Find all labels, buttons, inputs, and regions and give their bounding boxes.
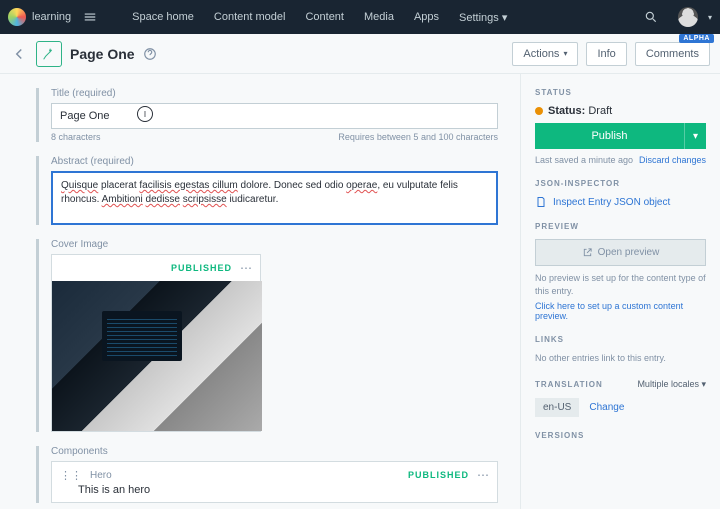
title-char-count: 8 characters <box>51 132 101 142</box>
page-title: Page One <box>70 46 135 62</box>
more-icon[interactable]: ⋯ <box>477 468 489 482</box>
avatar[interactable] <box>678 7 698 27</box>
cover-image-thumbnail <box>52 281 262 431</box>
json-section: JSON-Inspector Inspect Entry JSON object <box>535 179 706 208</box>
open-preview-button: Open preview <box>535 239 706 266</box>
external-link-icon <box>582 247 593 258</box>
components-label: Components <box>51 446 498 457</box>
sidebar: Status Status: Draft Publish ▾ Last save… <box>520 74 720 509</box>
title-label: Title (required) <box>51 88 498 99</box>
main-area: Title (required) I 8 characters Requires… <box>0 74 720 509</box>
menu-icon[interactable] <box>83 10 97 24</box>
nav-space-home[interactable]: Space home <box>125 11 201 23</box>
title-input[interactable] <box>51 103 498 129</box>
drag-handle-icon[interactable]: ⋮⋮ <box>60 469 82 482</box>
versions-heading: Versions <box>535 431 706 440</box>
json-heading: JSON-Inspector <box>535 179 706 188</box>
space-name[interactable]: learning <box>32 11 71 23</box>
status-label: Status: <box>548 105 585 117</box>
app-logo[interactable] <box>8 8 26 26</box>
setup-preview-link[interactable]: Click here to set up a custom content pr… <box>535 301 706 321</box>
field-cover-image: Cover Image PUBLISHED ⋯ <box>36 239 498 432</box>
preview-section: Preview Open preview No preview is set u… <box>535 222 706 321</box>
info-button[interactable]: Info <box>586 42 626 66</box>
discard-link[interactable]: Discard changes <box>639 155 706 165</box>
locale-select[interactable]: Multiple locales ▾ <box>637 379 706 390</box>
status-value: Draft <box>588 105 612 117</box>
nav-content-model[interactable]: Content model <box>207 11 293 23</box>
subbar: Page One Actions▾ Info Comments ALPHA <box>0 34 720 74</box>
component-status: PUBLISHED <box>408 470 469 480</box>
cover-status: PUBLISHED <box>171 263 232 273</box>
links-section: Links No other entries link to this entr… <box>535 335 706 365</box>
comments-button[interactable]: Comments <box>635 42 710 66</box>
publish-dropdown[interactable]: ▾ <box>684 123 706 149</box>
document-icon <box>535 196 547 208</box>
component-type: Hero <box>90 470 112 481</box>
nav-content[interactable]: Content <box>298 11 351 23</box>
preview-heading: Preview <box>535 222 706 231</box>
search-icon[interactable] <box>644 10 658 24</box>
field-title: Title (required) I 8 characters Requires… <box>36 88 498 142</box>
nav-apps[interactable]: Apps <box>407 11 446 23</box>
component-title: This is an hero <box>78 484 489 496</box>
preview-text: No preview is set up for the content typ… <box>535 272 706 297</box>
cover-image-card[interactable]: PUBLISHED ⋯ <box>51 254 261 432</box>
topbar: learning Space home Content model Conten… <box>0 0 720 34</box>
locale-pill: en-US <box>535 398 579 417</box>
status-heading: Status <box>535 88 706 97</box>
field-components: Components ⋮⋮ Hero PUBLISHED ⋯ This is a… <box>36 446 498 503</box>
cover-label: Cover Image <box>51 239 498 250</box>
abstract-label: Abstract (required) <box>51 156 498 167</box>
editor-pane: Title (required) I 8 characters Requires… <box>0 74 520 509</box>
alpha-badge: ALPHA <box>679 34 714 43</box>
translation-section: Translation Multiple locales ▾ en-US Cha… <box>535 379 706 417</box>
nav-media[interactable]: Media <box>357 11 401 23</box>
more-icon[interactable]: ⋯ <box>240 261 252 275</box>
inspect-json-link[interactable]: Inspect Entry JSON object <box>535 196 706 208</box>
status-dot-icon <box>535 107 543 115</box>
component-card[interactable]: ⋮⋮ Hero PUBLISHED ⋯ This is an hero <box>51 461 498 503</box>
translation-heading: Translation <box>535 380 603 389</box>
user-menu-chevron[interactable]: ▾ <box>708 13 712 22</box>
content-type-icon <box>36 41 62 67</box>
links-text: No other entries link to this entry. <box>535 352 706 365</box>
back-chevron-icon[interactable] <box>10 45 28 63</box>
field-abstract: Abstract (required) Quisque placerat fac… <box>36 156 498 225</box>
nav-settings[interactable]: Settings ▾ <box>452 11 514 24</box>
last-saved: Last saved a minute ago <box>535 155 633 165</box>
abstract-input[interactable]: Quisque placerat facilisis egestas cillu… <box>51 171 498 225</box>
change-locale-link[interactable]: Change <box>589 402 624 413</box>
publish-button[interactable]: Publish <box>535 123 684 149</box>
title-requirement: Requires between 5 and 100 characters <box>338 132 498 142</box>
status-section: Status Status: Draft Publish ▾ Last save… <box>535 88 706 165</box>
help-icon[interactable] <box>143 47 157 61</box>
actions-button[interactable]: Actions▾ <box>512 42 578 66</box>
links-heading: Links <box>535 335 706 344</box>
versions-section: Versions <box>535 431 706 440</box>
